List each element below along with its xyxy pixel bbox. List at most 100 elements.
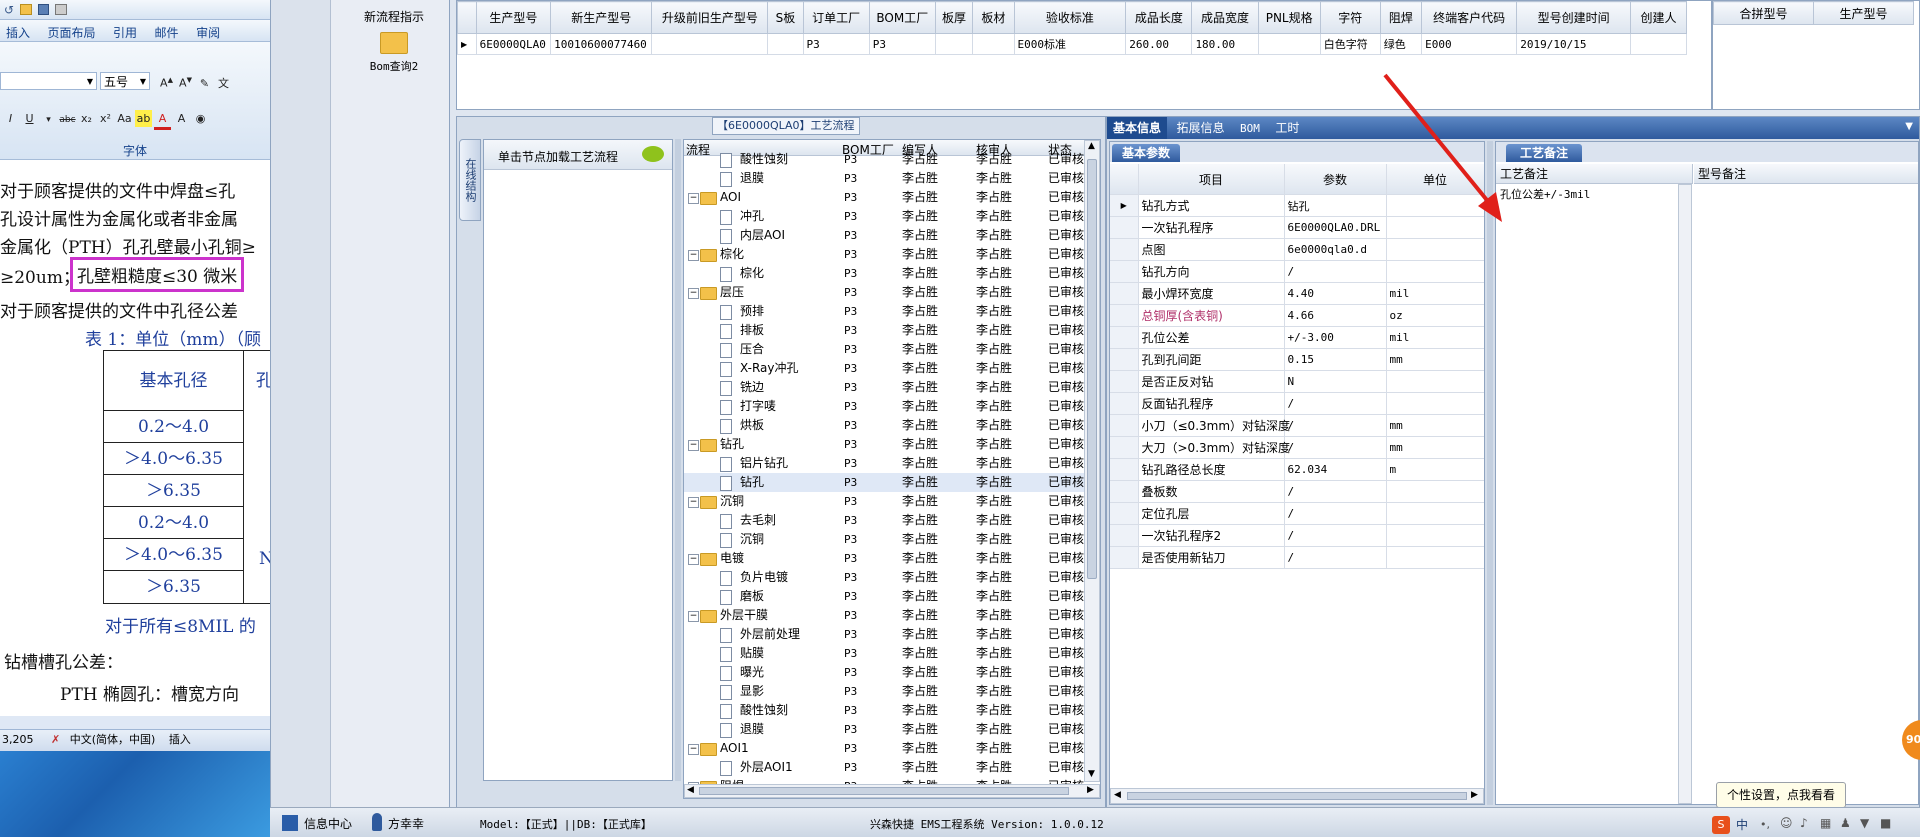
tree-row[interactable]: 显影 P3 李占胜 李占胜 已审核: [684, 682, 1084, 701]
collapse-icon[interactable]: −: [688, 288, 699, 299]
params-row[interactable]: 总铜厚(含表铜) 4.66 oz: [1110, 304, 1484, 327]
params-row[interactable]: ▶ 钻孔方式 钻孔: [1110, 194, 1484, 217]
param-value[interactable]: +/-3.00: [1284, 326, 1387, 349]
params-row[interactable]: 钻孔路径总长度 62.034 m: [1110, 458, 1484, 481]
tree-row[interactable]: 酸性蚀刻 P3 李占胜 李占胜 已审核: [684, 701, 1084, 720]
tree-row[interactable]: 外层AOI1 P3 李占胜 李占胜 已审核: [684, 758, 1084, 777]
col-header[interactable]: 板厚: [934, 1, 974, 34]
param-value[interactable]: /: [1284, 480, 1387, 503]
params-row[interactable]: 大刀（>0.3mm）对钻深度 / mm: [1110, 436, 1484, 459]
model-remark-text[interactable]: [1694, 184, 1918, 804]
tab-bom[interactable]: BOM: [1234, 118, 1266, 140]
row-selector-icon[interactable]: [1110, 282, 1139, 305]
row-selector-icon[interactable]: [1110, 238, 1139, 261]
tree-row[interactable]: 退膜 P3 李占胜 李占胜 已审核: [684, 169, 1084, 188]
tab-work-hours[interactable]: 工时: [1269, 117, 1305, 139]
row-selector-icon[interactable]: [1110, 458, 1139, 481]
col-header[interactable]: 终端客户代码: [1421, 1, 1518, 34]
grid-row[interactable]: ▶ 6E0000QLA0 10010600077460 P3 P3 E000标准 260.0…: [457, 33, 1687, 55]
font-name-select[interactable]: ▼: [0, 72, 97, 90]
ime-language[interactable]: 中: [1736, 816, 1748, 833]
highlight-icon[interactable]: ab: [135, 110, 152, 127]
row-selector-icon[interactable]: [1110, 524, 1139, 547]
remark-scrollbar[interactable]: [1678, 184, 1692, 804]
params-row[interactable]: 一次钻孔程序 6E0000QLA0.DRL: [1110, 216, 1484, 239]
tree-row[interactable]: − AOI1 P3 李占胜 李占胜 已审核: [684, 739, 1084, 758]
status-language[interactable]: 中文(简体，中国): [70, 733, 156, 746]
grid-cell[interactable]: 2019/10/15: [1516, 33, 1632, 55]
grid-cell[interactable]: P3: [802, 33, 870, 55]
grid-cell[interactable]: [972, 33, 1015, 55]
grid-cell[interactable]: 10010600077460: [550, 33, 653, 55]
ime-logo-icon[interactable]: S: [1712, 816, 1730, 834]
tree-row[interactable]: 曝光 P3 李占胜 李占胜 已审核: [684, 663, 1084, 682]
row-selector-icon[interactable]: [1110, 326, 1139, 349]
info-center-link[interactable]: 信息中心: [304, 815, 352, 832]
tree-row[interactable]: 压合 P3 李占胜 李占胜 已审核: [684, 340, 1084, 359]
collapse-icon[interactable]: −: [688, 744, 699, 755]
col-header-item[interactable]: 项目: [1138, 164, 1285, 195]
col-header[interactable]: BOM工厂: [868, 1, 936, 34]
param-value[interactable]: 钻孔: [1284, 194, 1387, 217]
collapse-icon[interactable]: −: [688, 554, 699, 565]
tab-review[interactable]: 审阅: [196, 24, 220, 41]
col-header-unit[interactable]: 单位: [1386, 164, 1484, 195]
tree-row[interactable]: 烘板 P3 李占胜 李占胜 已审核: [684, 416, 1084, 435]
col-header[interactable]: 成品长度: [1125, 1, 1193, 34]
punctuation-icon[interactable]: •,: [1760, 818, 1770, 831]
param-value[interactable]: 4.40: [1284, 282, 1387, 305]
splitter[interactable]: [675, 139, 681, 781]
grow-font-icon[interactable]: A▲: [158, 72, 175, 90]
params-row[interactable]: 定位孔层 /: [1110, 502, 1484, 525]
tab-mailings[interactable]: 邮件: [155, 24, 179, 41]
scroll-left-icon[interactable]: ◀: [1114, 790, 1121, 800]
scroll-up-icon[interactable]: ▲: [1088, 141, 1095, 151]
subscript-icon[interactable]: x₂: [78, 110, 95, 127]
nav-item-new-flow[interactable]: 新流程指示: [349, 0, 439, 30]
tab-page-layout[interactable]: 页面布局: [48, 24, 96, 41]
param-value[interactable]: /: [1284, 392, 1387, 415]
row-selector-icon[interactable]: [1110, 546, 1139, 569]
tree-row[interactable]: 沉铜 P3 李占胜 李占胜 已审核: [684, 530, 1084, 549]
tree-row[interactable]: 去毛刺 P3 李占胜 李占胜 已审核: [684, 511, 1084, 530]
tree-row[interactable]: − 外层干膜 P3 李占胜 李占胜 已审核: [684, 606, 1084, 625]
params-row[interactable]: 反面钻孔程序 /: [1110, 392, 1484, 415]
params-row[interactable]: 叠板数 /: [1110, 480, 1484, 503]
keyboard-icon[interactable]: ▦: [1820, 816, 1831, 830]
tree-row[interactable]: 棕化 P3 李占胜 李占胜 已审核: [684, 264, 1084, 283]
tree-row[interactable]: 内层AOI P3 李占胜 李占胜 已审核: [684, 226, 1084, 245]
grid-cell[interactable]: 白色字符: [1319, 33, 1381, 55]
save-icon[interactable]: [38, 4, 49, 15]
dropdown-icon[interactable]: ▾: [40, 112, 57, 129]
tree-row[interactable]: − 钻孔 P3 李占胜 李占胜 已审核: [684, 435, 1084, 454]
tree-row[interactable]: − AOI P3 李占胜 李占胜 已审核: [684, 188, 1084, 207]
col-header-production[interactable]: 生产型号: [1813, 1, 1914, 25]
collapse-icon[interactable]: −: [688, 250, 699, 261]
col-header[interactable]: 板材: [972, 1, 1015, 34]
grid-cell[interactable]: 绿色: [1379, 33, 1423, 55]
tree-row[interactable]: 钻孔 P3 李占胜 李占胜 已审核: [684, 473, 1084, 492]
collapse-icon[interactable]: −: [688, 193, 699, 204]
param-value[interactable]: 4.66: [1284, 304, 1387, 327]
col-header[interactable]: 创建人: [1630, 1, 1687, 34]
italic-icon[interactable]: I: [2, 110, 19, 127]
row-selector-icon[interactable]: [1110, 414, 1139, 437]
params-horizontal-scrollbar[interactable]: ◀ ▶: [1110, 788, 1484, 804]
process-remark-text[interactable]: 孔位公差+/-3mil: [1496, 184, 1686, 804]
tree-row[interactable]: X-Ray冲孔 P3 李占胜 李占胜 已审核: [684, 359, 1084, 378]
col-header[interactable]: 新生产型号: [550, 1, 653, 34]
col-header[interactable]: PNL规格: [1257, 1, 1321, 34]
change-case-icon[interactable]: Aa: [116, 110, 133, 127]
grid-cell[interactable]: [651, 33, 769, 55]
tree-row[interactable]: − 电镀 P3 李占胜 李占胜 已审核: [684, 549, 1084, 568]
col-header[interactable]: 字符: [1319, 1, 1381, 34]
tree-vertical-scrollbar[interactable]: ▲ ▼: [1084, 140, 1100, 782]
param-value[interactable]: /: [1284, 414, 1387, 437]
col-header[interactable]: 验收标准: [1013, 1, 1127, 34]
param-value[interactable]: 6E0000QLA0.DRL: [1284, 216, 1387, 239]
print-icon[interactable]: [55, 4, 67, 15]
collapse-icon[interactable]: −: [688, 440, 699, 451]
side-tab-structure[interactable]: 在线结构: [459, 139, 481, 221]
grid-icon[interactable]: [282, 815, 298, 831]
col-header[interactable]: 升级前旧生产型号: [651, 1, 769, 34]
